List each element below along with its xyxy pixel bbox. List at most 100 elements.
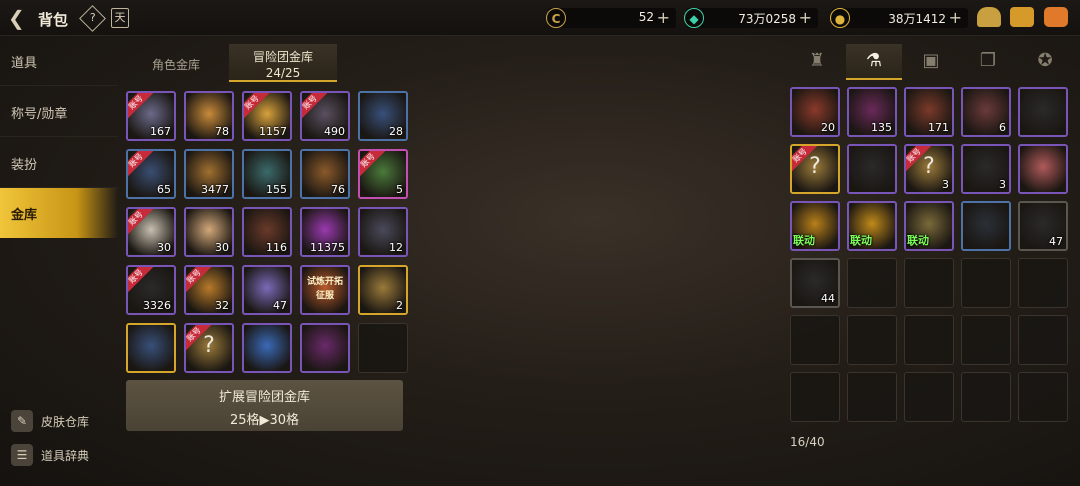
vault-item-slot[interactable]: 账号 5 <box>358 149 408 199</box>
item-count: 6 <box>999 121 1006 134</box>
item-count: 47 <box>1049 235 1063 248</box>
item-icon <box>128 325 174 371</box>
inventory-empty-slot[interactable] <box>1018 315 1068 365</box>
sidebar-item-label: 金库 <box>11 208 38 223</box>
item-dictionary-label: 道具辞典 <box>41 449 90 463</box>
inventory-item-slot[interactable]: 联动 <box>847 201 897 251</box>
item-count: 3477 <box>201 183 229 196</box>
inventory-item-slot[interactable]: 联动 <box>790 201 840 251</box>
vault-item-slot[interactable]: 30 <box>184 207 234 257</box>
vault-item-slot[interactable] <box>300 323 350 373</box>
inventory-empty-slot[interactable] <box>790 372 840 422</box>
vault-empty-slot[interactable] <box>358 323 408 373</box>
vault-item-slot[interactable]: 账号 30 <box>126 207 176 257</box>
inventory-item-slot[interactable] <box>847 144 897 194</box>
inventory-empty-slot[interactable] <box>1018 372 1068 422</box>
vault-item-slot[interactable]: ? 账号 <box>184 323 234 373</box>
inventory-empty-slot[interactable] <box>847 315 897 365</box>
help-icon[interactable]: ? <box>79 5 106 32</box>
sidebar-item-label: 装扮 <box>11 158 38 173</box>
collab-badge: 联动 <box>793 234 815 247</box>
inventory-item-slot[interactable]: ? 账号 <box>790 144 840 194</box>
gold-coin-c-icon: C <box>546 8 566 28</box>
inventory-item-slot[interactable]: 联动 <box>904 201 954 251</box>
inventory-empty-slot[interactable] <box>904 372 954 422</box>
knight-helmet-icon[interactable]: ♜ <box>789 44 845 80</box>
vault-item-slot[interactable]: 账号 3326 <box>126 265 176 315</box>
inventory-empty-slot[interactable] <box>961 372 1011 422</box>
mail-icon[interactable] <box>1010 7 1034 27</box>
item-count: 47 <box>273 299 287 312</box>
add-currency-button[interactable]: + <box>949 8 962 28</box>
top-bar: ❮ 背包 ? 天 C 52 + ◆ 73万0258 + ● 38万1412 + <box>0 0 1080 36</box>
expand-vault-button[interactable]: 扩展冒险团金库 25格▶30格 <box>126 380 403 431</box>
vault-item-slot[interactable]: 试炼开拓 征服 <box>300 265 350 315</box>
inventory-empty-slot[interactable] <box>961 258 1011 308</box>
vault-item-slot[interactable]: 47 <box>242 265 292 315</box>
pentagram-icon[interactable]: ✪ <box>1017 44 1073 80</box>
inventory-empty-slot[interactable] <box>904 315 954 365</box>
inventory-empty-slot[interactable] <box>961 315 1011 365</box>
item-icon <box>302 325 348 371</box>
collab-badge: 联动 <box>907 234 929 247</box>
tab-adventure-vault[interactable]: 冒险团金库 24/25 <box>229 44 337 82</box>
vault-item-slot[interactable]: 账号 167 <box>126 91 176 141</box>
vault-item-slot[interactable]: 账号 490 <box>300 91 350 141</box>
page-title: 背包 <box>38 11 69 29</box>
item-count: 1157 <box>259 125 287 138</box>
inventory-item-slot[interactable]: 20 <box>790 87 840 137</box>
vault-item-slot[interactable]: 76 <box>300 149 350 199</box>
inventory-empty-slot[interactable] <box>1018 258 1068 308</box>
treasure-bag-icon[interactable] <box>977 7 1001 27</box>
vault-item-slot[interactable]: 28 <box>358 91 408 141</box>
calendar-book-icon[interactable]: 天 <box>111 8 129 28</box>
vault-item-slot[interactable]: 账号 65 <box>126 149 176 199</box>
skin-storage-label: 皮肤仓库 <box>41 415 90 429</box>
tab-character-vault[interactable]: 角色金库 <box>140 44 212 82</box>
item-icon <box>244 325 290 371</box>
item-count: 3326 <box>143 299 171 312</box>
vault-item-slot[interactable]: 3477 <box>184 149 234 199</box>
vault-item-slot[interactable]: 78 <box>184 91 234 141</box>
vault-item-slot[interactable]: 账号 32 <box>184 265 234 315</box>
potion-flask-icon[interactable]: ⚗ <box>846 44 902 80</box>
add-currency-button[interactable]: + <box>657 8 670 28</box>
inventory-item-slot[interactable] <box>1018 87 1068 137</box>
inventory-empty-slot[interactable] <box>790 315 840 365</box>
vault-item-slot[interactable]: 11375 <box>300 207 350 257</box>
item-icon <box>963 203 1009 249</box>
sidebar-item-items[interactable]: 道具 <box>0 36 118 86</box>
inventory-item-slot[interactable]: 135 <box>847 87 897 137</box>
vault-item-slot[interactable]: 2 <box>358 265 408 315</box>
vault-item-slot[interactable] <box>126 323 176 373</box>
currency-value: 52 <box>638 10 654 24</box>
inventory-item-slot[interactable]: 47 <box>1018 201 1068 251</box>
item-count: 11375 <box>310 241 345 254</box>
sidebar-item-vault[interactable]: 金库 <box>0 188 118 238</box>
sidebar-item-titles[interactable]: 称号/勋章 <box>0 87 118 137</box>
inventory-item-slot[interactable]: ? 账号 3 <box>904 144 954 194</box>
vault-item-slot[interactable]: 账号 1157 <box>242 91 292 141</box>
inventory-empty-slot[interactable] <box>904 258 954 308</box>
item-count: 116 <box>266 241 287 254</box>
vault-item-slot[interactable]: 116 <box>242 207 292 257</box>
vault-item-slot[interactable] <box>242 323 292 373</box>
inventory-item-slot[interactable]: 44 <box>790 258 840 308</box>
cards-icon[interactable]: ❐ <box>960 44 1016 80</box>
inventory-item-slot[interactable]: 171 <box>904 87 954 137</box>
back-arrow-icon[interactable]: ❮ <box>8 7 32 29</box>
inventory-item-slot[interactable]: 3 <box>961 144 1011 194</box>
inventory-item-slot[interactable] <box>961 201 1011 251</box>
material-cube-icon[interactable]: ▣ <box>903 44 959 80</box>
sidebar-item-avatar[interactable]: 装扮 <box>0 138 118 188</box>
inventory-item-slot[interactable] <box>1018 144 1068 194</box>
tab-adventure-title: 冒险团金库 <box>252 50 313 64</box>
green-gem-icon: ◆ <box>684 8 704 28</box>
inventory-empty-slot[interactable] <box>847 258 897 308</box>
vault-item-slot[interactable]: 12 <box>358 207 408 257</box>
inventory-empty-slot[interactable] <box>847 372 897 422</box>
add-currency-button[interactable]: + <box>799 8 812 28</box>
vault-item-slot[interactable]: 155 <box>242 149 292 199</box>
chat-icon[interactable] <box>1044 7 1068 27</box>
inventory-item-slot[interactable]: 6 <box>961 87 1011 137</box>
